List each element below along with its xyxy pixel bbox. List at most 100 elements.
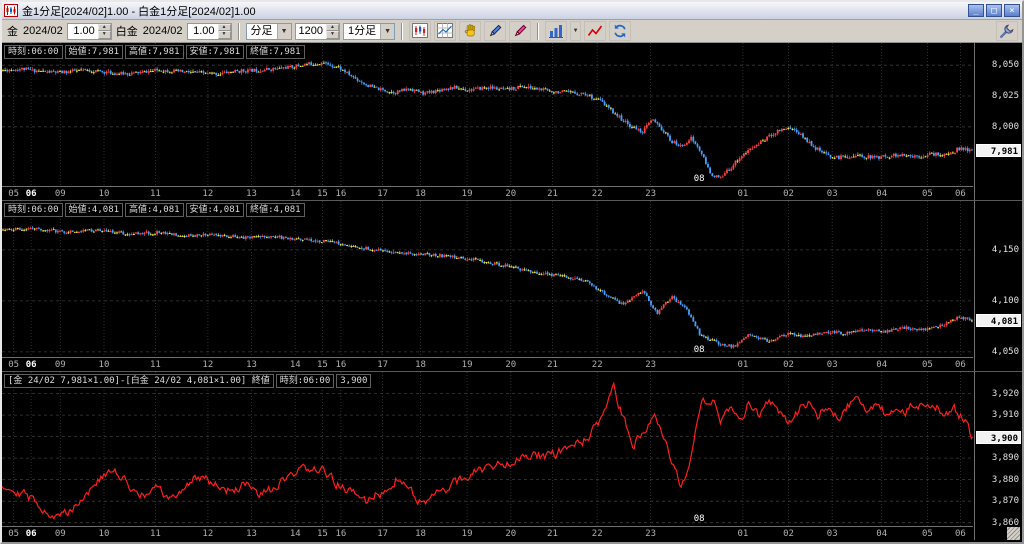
pencil-button[interactable] [484, 21, 506, 41]
bar-indicator-button[interactable] [545, 21, 567, 41]
platinum-multiplier-up-button[interactable]: ▲ [218, 24, 231, 32]
time-label: 03 [827, 529, 838, 539]
bar-count-down-button[interactable]: ▼ [326, 31, 339, 39]
bar-count-value: 1200 [296, 24, 326, 39]
price-axis[interactable]: 8,0508,0258,0007,981 [974, 43, 1022, 200]
current-price-badge: 4,081 [976, 314, 1021, 327]
gold-multiplier-down-button[interactable]: ▼ [98, 31, 111, 39]
pan-hand-button[interactable] [459, 21, 481, 41]
period-type-dropdown[interactable]: 分足 ▼ [246, 23, 292, 40]
date-label: 08 [694, 514, 705, 524]
gold-multiplier-spinner[interactable]: 1.00 ▲ ▼ [67, 23, 112, 40]
date-label: 08 [694, 174, 705, 184]
info-segment: 始値:4,081 [65, 203, 124, 217]
panel-spread: 0506091011121314151617181920212223010203… [2, 371, 1022, 540]
platinum-plot[interactable] [2, 201, 973, 358]
resize-grip[interactable] [1007, 527, 1020, 540]
time-label: 04 [876, 529, 887, 539]
platinum-multiplier-down-button[interactable]: ▼ [218, 31, 231, 39]
info-segment: 時刻:06:00 [4, 45, 63, 59]
platinum-multiplier-arrows: ▲ ▼ [218, 24, 231, 39]
app-icon [4, 4, 18, 17]
time-label: 21 [547, 189, 558, 199]
time-label: 04 [876, 189, 887, 199]
time-label: 02 [783, 529, 794, 539]
timeframe-dropdown[interactable]: 1分足 ▼ [343, 23, 395, 40]
marker-button[interactable] [509, 21, 531, 41]
info-segment: 終値:4,081 [246, 203, 305, 217]
line-indicator-button[interactable] [584, 21, 606, 41]
time-label: 17 [377, 360, 388, 370]
time-label: 01 [737, 360, 748, 370]
date-label: 08 [694, 345, 705, 355]
time-label: 05 [922, 360, 933, 370]
toolbar: 金 2024/02 1.00 ▲ ▼ 白金 2024/02 1.00 ▲ ▼ 分… [2, 20, 1022, 43]
time-axis[interactable]: 0506091011121314151617181920212223010203… [2, 526, 973, 540]
time-label: 06 [26, 360, 37, 370]
time-label: 20 [505, 189, 516, 199]
time-label: 15 [317, 189, 328, 199]
time-label: 12 [202, 529, 213, 539]
panel-gold: 0506091011121314151617181920212223010203… [2, 43, 1022, 200]
spread-plot[interactable] [2, 372, 973, 527]
chevron-down-icon[interactable]: ▼ [380, 24, 394, 39]
gold-contract-month: 2024/02 [22, 25, 64, 37]
timeframe-value: 1分足 [344, 24, 380, 39]
platinum-multiplier-value: 1.00 [188, 24, 218, 39]
bar-count-spinner[interactable]: 1200 ▲ ▼ [295, 23, 340, 40]
time-label: 03 [827, 189, 838, 199]
time-label: 13 [246, 360, 257, 370]
time-label: 16 [335, 189, 346, 199]
time-label: 06 [955, 529, 966, 539]
gold-plot[interactable] [2, 43, 973, 186]
chevron-down-icon[interactable]: ▼ [277, 24, 291, 39]
grid-chart-button[interactable] [434, 21, 456, 41]
price-tick: 4,150 [992, 245, 1019, 255]
close-button[interactable]: × [1004, 4, 1020, 17]
time-label: 11 [150, 360, 161, 370]
time-label: 06 [955, 189, 966, 199]
bar-indicator-dropdown[interactable]: ▼ [570, 21, 581, 41]
candle-chart-icon [412, 23, 428, 39]
price-axis[interactable]: 4,1504,1004,0504,081 [974, 201, 1022, 371]
time-label: 16 [335, 529, 346, 539]
time-label: 05 [922, 189, 933, 199]
time-label: 15 [317, 529, 328, 539]
refresh-icon [612, 23, 628, 39]
candle-chart-button[interactable] [409, 21, 431, 41]
time-label: 15 [317, 360, 328, 370]
time-label: 19 [462, 189, 473, 199]
time-label: 23 [645, 189, 656, 199]
platinum-contract-month: 2024/02 [142, 25, 184, 37]
time-axis[interactable]: 0506091011121314151617181920212223010203… [2, 186, 973, 200]
time-label: 02 [783, 189, 794, 199]
time-label: 21 [547, 529, 558, 539]
bar-count-up-button[interactable]: ▲ [326, 24, 339, 32]
platinum-multiplier-spinner[interactable]: 1.00 ▲ ▼ [187, 23, 232, 40]
time-label: 13 [246, 189, 257, 199]
maximize-button[interactable]: □ [986, 4, 1002, 17]
time-label: 14 [290, 529, 301, 539]
price-tick: 8,000 [992, 122, 1019, 132]
time-label: 06 [26, 189, 37, 199]
price-tick: 4,100 [992, 296, 1019, 306]
gold-symbol-label: 金 [6, 23, 19, 39]
time-label: 19 [462, 360, 473, 370]
minimize-button[interactable]: _ [968, 4, 984, 17]
info-segment: [金 24/02 7,981×1.00]-[白金 24/02 4,081×1.0… [4, 374, 274, 388]
settings-button[interactable] [996, 21, 1018, 41]
gold-multiplier-up-button[interactable]: ▲ [98, 24, 111, 32]
price-axis[interactable]: 3,9203,9103,9003,8903,8803,8703,8603,900 [974, 372, 1022, 540]
time-label: 10 [99, 189, 110, 199]
gold-multiplier-value: 1.00 [68, 24, 98, 39]
price-tick: 3,890 [992, 453, 1019, 463]
time-label: 02 [783, 360, 794, 370]
refresh-button[interactable] [609, 21, 631, 41]
wrench-icon [999, 23, 1015, 39]
toolbar-separator [238, 23, 240, 40]
toolbar-separator [401, 23, 403, 40]
time-axis[interactable]: 0506091011121314151617181920212223010203… [2, 357, 973, 371]
info-segment: 始値:7,981 [65, 45, 124, 59]
time-label: 11 [150, 529, 161, 539]
time-label: 01 [737, 529, 748, 539]
